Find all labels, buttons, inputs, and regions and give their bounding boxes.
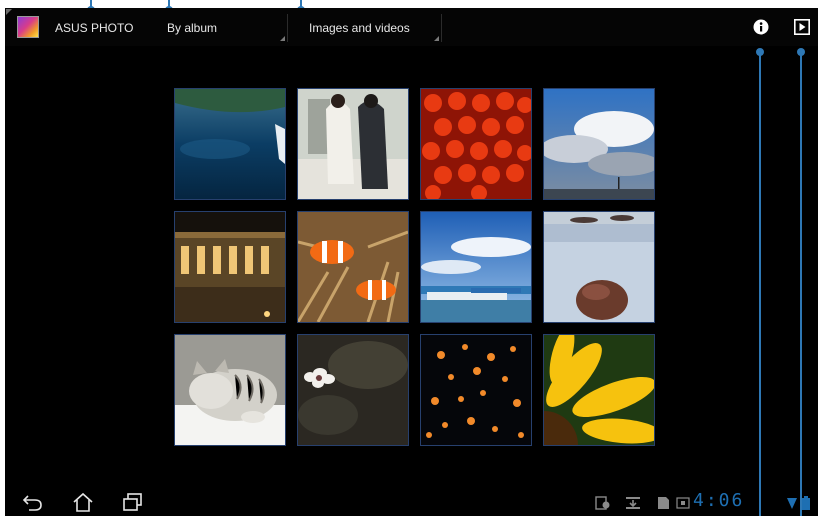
info-icon[interactable] (753, 19, 769, 35)
photo-thumbnail-sleeping-kitten[interactable] (174, 334, 286, 446)
play-slideshow-icon[interactable] (794, 19, 810, 35)
action-bar: ASUS PHOTO By album Images and videos (5, 8, 818, 46)
corner-indicator (6, 9, 12, 15)
callout-line-info (759, 50, 761, 516)
photo-thumbnail-yellow-sunflower[interactable] (543, 334, 655, 446)
photo-thumbnail-sea-rock[interactable] (543, 211, 655, 323)
photo-thumbnail-lake-boat[interactable] (174, 88, 286, 200)
photo-thumbnail-clownfish-anemone[interactable] (297, 211, 409, 323)
spinner-corner-icon (434, 36, 439, 41)
view-mode-spinner[interactable]: By album (159, 14, 288, 42)
sd-card-icon[interactable] (655, 496, 671, 510)
media-filter-spinner[interactable]: Images and videos (301, 14, 442, 42)
view-mode-label: By album (167, 21, 218, 35)
callout-line-slideshow (800, 50, 802, 516)
photo-thumbnail-cloudy-sky[interactable] (543, 88, 655, 200)
wifi-icon (787, 496, 797, 510)
download-icon[interactable] (625, 496, 641, 510)
asus-photo-app-icon[interactable] (17, 16, 39, 38)
spinner-corner-icon (280, 36, 285, 41)
photo-thumbnail-lit-building-night[interactable] (174, 211, 286, 323)
media-filter-label: Images and videos (309, 21, 410, 35)
app-title: ASUS PHOTO (55, 21, 134, 35)
back-icon[interactable] (22, 492, 44, 512)
clock: 4:06 (693, 490, 745, 511)
photo-thumbnail-white-flower[interactable] (297, 334, 409, 446)
photo-thumbnail-floating-lanterns[interactable] (420, 334, 532, 446)
home-icon[interactable] (72, 492, 94, 512)
photo-thumbnail-couple-walking[interactable] (297, 88, 409, 200)
battery-icon (801, 496, 811, 510)
photo-thumbnail-red-lanterns[interactable] (420, 88, 532, 200)
photo-thumbnail-harbor-boats[interactable] (420, 211, 532, 323)
screenshot-notification-icon[interactable] (595, 496, 611, 510)
recent-apps-icon[interactable] (122, 492, 144, 512)
tablet-screen: ASUS PHOTO By album Images and videos 4:… (5, 8, 818, 516)
keyboard-icon[interactable] (676, 496, 692, 510)
